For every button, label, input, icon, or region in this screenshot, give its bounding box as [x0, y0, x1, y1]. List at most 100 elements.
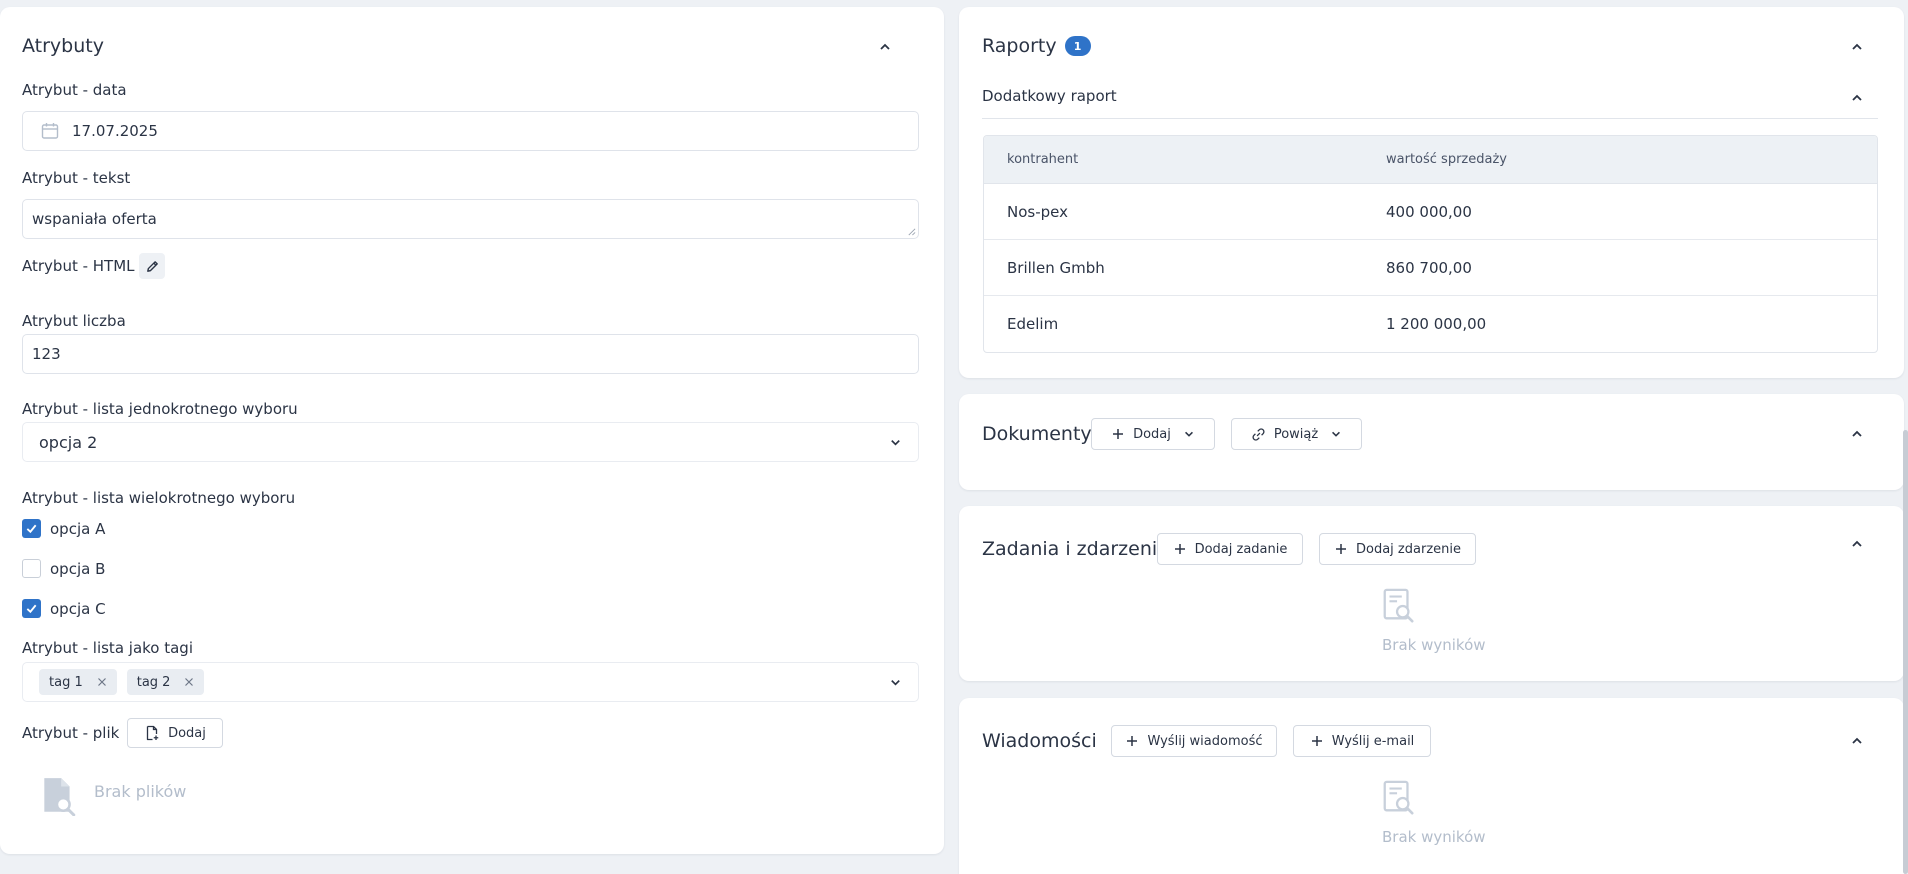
pencil-icon	[146, 260, 158, 272]
sub-report-title: Dodatkowy raport	[982, 87, 1117, 105]
add-event-label: Dodaj zdarzenie	[1356, 541, 1461, 557]
documents-title: Dokumenty	[982, 423, 1092, 445]
remove-tag-icon[interactable]	[184, 677, 194, 687]
chevron-down-icon	[891, 679, 900, 686]
reports-header: Raporty 1	[982, 35, 1091, 57]
number-field[interactable]: 123	[22, 334, 919, 374]
checkbox-label-opcja-c[interactable]: opcja C	[50, 600, 106, 618]
add-document-label: Dodaj	[1133, 426, 1171, 442]
date-value: 17.07.2025	[72, 122, 158, 140]
collapse-messages-button[interactable]	[1844, 728, 1870, 754]
no-results-text: Brak wyników	[1382, 828, 1486, 846]
tags-select[interactable]: tag 1 tag 2	[22, 662, 919, 702]
single-select[interactable]: opcja 2	[22, 422, 919, 462]
search-results-icon	[1383, 588, 1414, 623]
tasks-panel: Zadania i zdarzenia Dodaj zadanie Dodaj …	[959, 506, 1904, 681]
chevron-up-icon	[1852, 540, 1862, 547]
reports-count-badge: 1	[1064, 36, 1091, 56]
plus-icon	[1174, 544, 1185, 554]
checkbox-opcja-a[interactable]	[22, 519, 41, 538]
table-row: Edelim 1 200 000,00	[984, 296, 1877, 352]
attributes-title: Atrybuty	[22, 35, 104, 57]
collapse-attributes-button[interactable]	[872, 34, 898, 60]
single-select-value: opcja 2	[39, 432, 98, 452]
text-field[interactable]: wspaniała oferta	[22, 199, 919, 239]
multi-select-label: Atrybut - lista wielokrotnego wyboru	[22, 489, 296, 507]
chevron-up-icon	[1852, 94, 1862, 101]
column-header: kontrahent	[1007, 152, 1079, 167]
search-results-icon	[1383, 780, 1414, 815]
text-value: wspaniała oferta	[32, 210, 157, 228]
html-label: Atrybut - HTML	[22, 257, 135, 275]
checkbox-opcja-b[interactable]	[22, 559, 41, 578]
collapse-sub-report-button[interactable]	[1844, 85, 1870, 111]
add-task-label: Dodaj zadanie	[1194, 541, 1288, 557]
send-message-label: Wyślij wiadomość	[1147, 733, 1263, 749]
tag-label: tag 1	[49, 674, 83, 690]
check-icon	[26, 604, 37, 614]
checkbox-label-opcja-b[interactable]: opcja B	[50, 560, 105, 578]
table-header-row: kontrahent wartość sprzedaży	[984, 136, 1877, 184]
link-document-label: Powiąż	[1273, 426, 1319, 442]
table-cell: 400 000,00	[1386, 202, 1472, 221]
report-table: kontrahent wartość sprzedaży Nos-pex 400…	[983, 135, 1878, 353]
date-label: Atrybut - data	[22, 81, 127, 99]
number-value: 123	[32, 345, 61, 363]
remove-tag-icon[interactable]	[97, 677, 107, 687]
send-email-button[interactable]: Wyślij e-mail	[1293, 725, 1431, 757]
plus-icon	[1113, 429, 1124, 439]
add-task-button[interactable]: Dodaj zadanie	[1157, 533, 1303, 565]
single-select-label: Atrybut - lista jednokrotnego wyboru	[22, 400, 298, 418]
tags-label: Atrybut - lista jako tagi	[22, 639, 193, 657]
number-label: Atrybut liczba	[22, 312, 126, 330]
chevron-up-icon	[1852, 43, 1862, 50]
table-cell: Edelim	[1007, 315, 1059, 333]
no-results-text: Brak wyników	[1382, 636, 1486, 654]
table-row: Nos-pex 400 000,00	[984, 184, 1877, 240]
file-label: Atrybut - plik	[22, 724, 120, 742]
add-document-button[interactable]: Dodaj	[1091, 418, 1215, 450]
chevron-down-icon	[1332, 431, 1341, 437]
tag-chip: tag 1	[39, 669, 117, 695]
calendar-icon	[41, 123, 59, 139]
link-icon	[1252, 427, 1265, 441]
file-add-icon	[146, 725, 159, 741]
send-message-button[interactable]: Wyślij wiadomość	[1111, 725, 1277, 757]
add-file-button[interactable]: Dodaj	[127, 718, 223, 748]
tag-label: tag 2	[136, 674, 171, 690]
attributes-panel: Atrybuty Atrybut - data 17.07.2025 Atryb…	[0, 7, 944, 854]
add-file-label: Dodaj	[168, 725, 206, 741]
checkbox-label-opcja-a[interactable]: opcja A	[50, 520, 105, 538]
table-cell: 1 200 000,00	[1386, 315, 1487, 333]
messages-panel: Wiadomości Wyślij wiadomość Wyślij e-mai…	[959, 698, 1904, 874]
tag-chip: tag 2	[126, 669, 205, 695]
text-label: Atrybut - tekst	[22, 169, 131, 187]
chevron-up-icon	[1852, 430, 1862, 437]
chevron-up-icon	[880, 43, 890, 50]
tasks-title: Zadania i zdarzenia	[982, 538, 1169, 560]
collapse-documents-button[interactable]	[1844, 421, 1870, 447]
file-search-icon	[44, 778, 76, 816]
chevron-down-icon	[891, 439, 900, 446]
sub-report-divider	[982, 118, 1878, 119]
edit-html-button[interactable]	[139, 253, 165, 279]
plus-icon	[1311, 736, 1322, 746]
send-email-label: Wyślij e-mail	[1331, 733, 1415, 749]
collapse-reports-button[interactable]	[1844, 34, 1870, 60]
collapse-tasks-button[interactable]	[1844, 531, 1870, 557]
add-event-button[interactable]: Dodaj zdarzenie	[1319, 533, 1476, 565]
check-icon	[26, 524, 37, 534]
resize-handle-icon[interactable]	[907, 227, 916, 236]
plus-icon	[1127, 736, 1138, 746]
chevron-up-icon	[1852, 737, 1862, 744]
reports-title: Raporty	[982, 35, 1057, 57]
link-document-button[interactable]: Powiąż	[1231, 418, 1362, 450]
plus-icon	[1336, 544, 1346, 554]
messages-title: Wiadomości	[982, 730, 1097, 752]
table-row: Brillen Gmbh 860 700,00	[984, 240, 1877, 296]
checkbox-opcja-c[interactable]	[22, 599, 41, 618]
table-cell: Nos-pex	[1007, 202, 1068, 221]
date-field[interactable]: 17.07.2025	[22, 111, 919, 151]
page-scrollbar[interactable]	[1903, 430, 1908, 874]
documents-panel: Dokumenty Dodaj Powiąż	[959, 394, 1904, 490]
